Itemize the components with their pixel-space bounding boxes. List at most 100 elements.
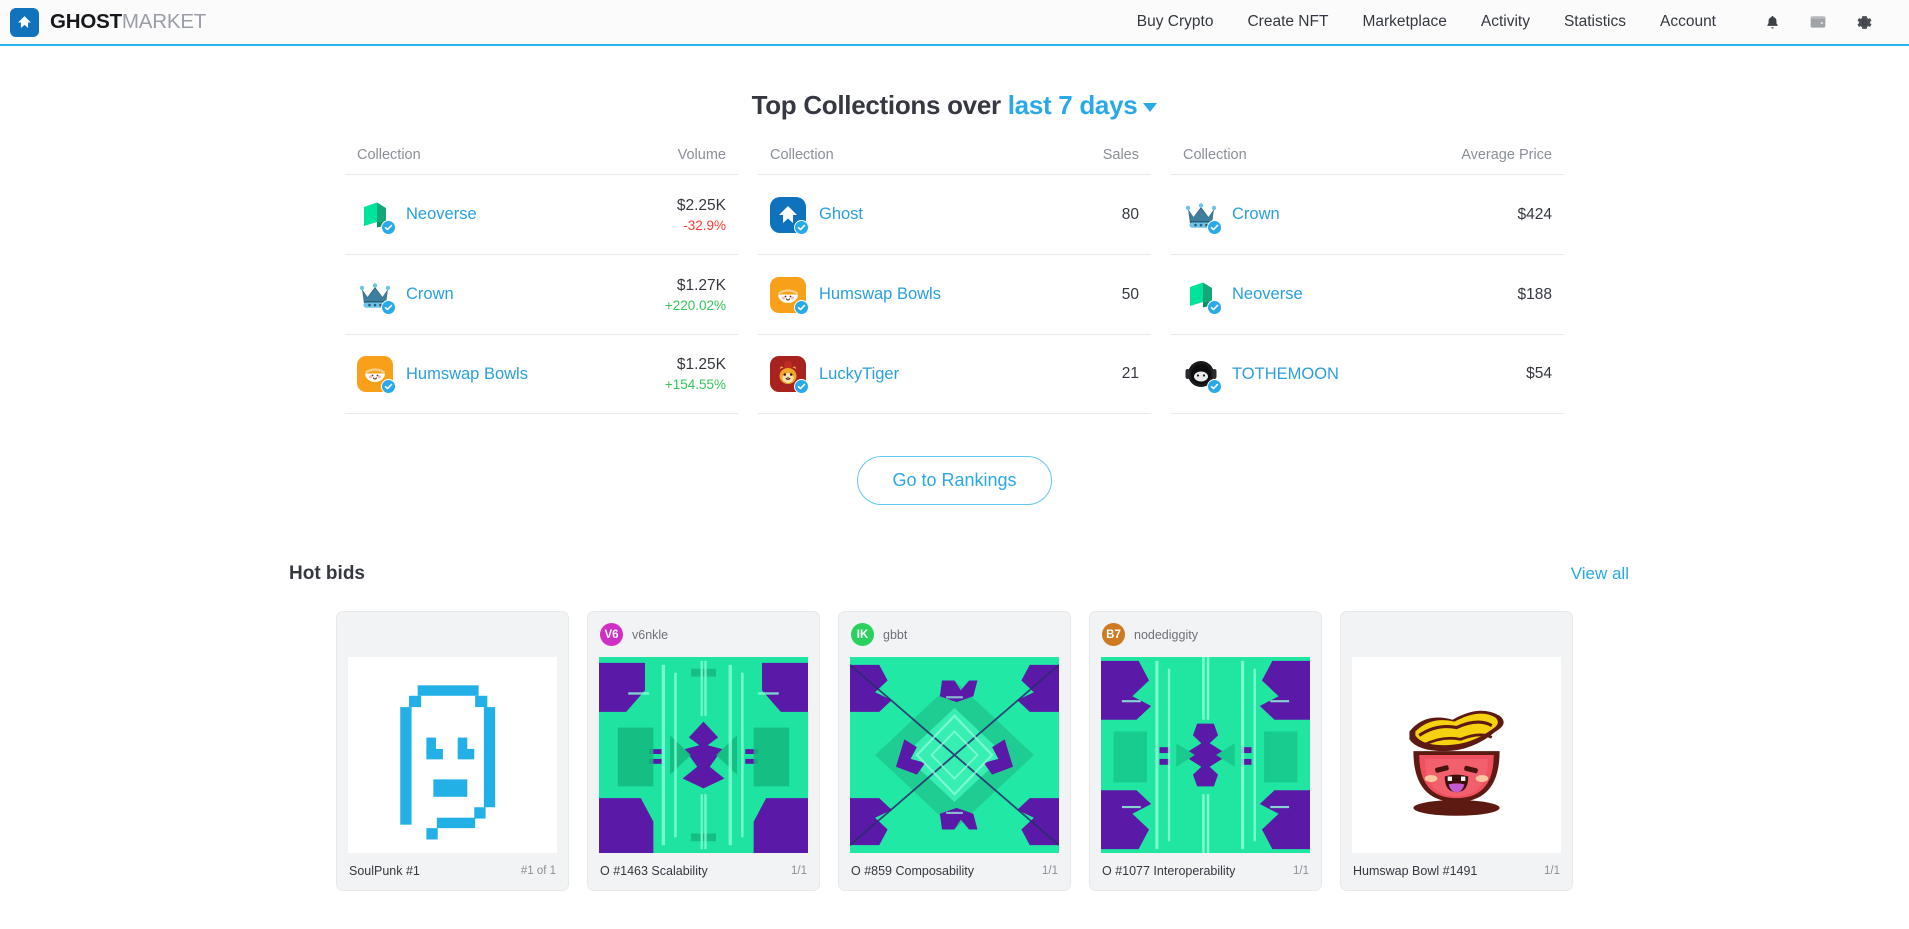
owner-username[interactable]: gbbt [883, 628, 907, 642]
generative-artwork [599, 657, 808, 853]
table-row[interactable]: Crown $424 [1171, 174, 1564, 254]
brand-text: GHOSTMARKET [50, 10, 206, 34]
verified-badge-icon [381, 379, 396, 394]
verified-badge-icon [794, 299, 809, 315]
row-collection[interactable]: Neoverse [357, 197, 477, 235]
row-value: $2.25K [676, 196, 726, 214]
row-collection[interactable]: TOTHEMOON [1183, 356, 1339, 394]
nft-edition: 1/1 [1042, 865, 1058, 877]
humswap-bowl-logo [357, 356, 396, 394]
owner-username[interactable]: v6nkle [632, 628, 668, 642]
table-row[interactable]: Humswap Bowls 50 [758, 254, 1151, 334]
nav-item-create-nft[interactable]: Create NFT [1230, 13, 1345, 31]
row-collection[interactable]: Neoverse [1183, 277, 1303, 315]
collection-name[interactable]: TOTHEMOON [1232, 365, 1339, 384]
header-icon-group [1749, 7, 1887, 37]
collection-name[interactable]: Neoverse [406, 205, 477, 224]
row-delta: -32.9% [683, 217, 726, 233]
crown-logo [357, 277, 396, 315]
card-owner-row[interactable]: B7 nodediggity [1090, 612, 1321, 657]
hot-bids-card-list: SoulPunk #1 #1 of 1 V6 v6nkle O #1463 Sc… [0, 611, 1909, 891]
card-footer: O #859 Composability 1/1 [839, 853, 1070, 890]
astronaut-helmet-logo [1183, 356, 1222, 394]
crown-logo [1183, 197, 1222, 235]
main-nav: Buy Crypto Create NFT Marketplace Activi… [1120, 7, 1887, 37]
row-collection[interactable]: Ghost [770, 196, 863, 235]
title-prefix: Top Collections over [751, 90, 1002, 120]
verified-badge-icon [381, 219, 396, 235]
generative-artwork [1101, 657, 1310, 853]
table-row[interactable]: Neoverse $2.25K -32.9% [345, 174, 738, 254]
row-delta: +220.02% [664, 297, 726, 313]
collection-name[interactable]: Humswap Bowls [819, 285, 941, 304]
row-delta: +154.55% [664, 377, 726, 392]
neoverse-cube-logo [1183, 277, 1222, 315]
nav-item-buy-crypto[interactable]: Buy Crypto [1120, 13, 1231, 31]
row-collection[interactable]: Crown [357, 277, 454, 315]
collection-name[interactable]: Crown [1232, 205, 1280, 224]
nav-item-activity[interactable]: Activity [1464, 13, 1547, 31]
row-collection[interactable]: Humswap Bowls [357, 356, 528, 394]
nav-item-account[interactable]: Account [1643, 13, 1733, 31]
column-header-left: Collection [1183, 147, 1247, 163]
nft-card[interactable]: SoulPunk #1 #1 of 1 [336, 611, 569, 891]
card-owner-row[interactable]: V6 v6nkle [588, 612, 819, 657]
ranking-column-sales: Collection Sales Ghost 80 Humswap Bowls … [758, 147, 1151, 414]
verified-badge-icon [1207, 379, 1222, 394]
row-collection[interactable]: Humswap Bowls [770, 276, 941, 315]
ghost-diamond-icon [10, 7, 39, 37]
brand-logo[interactable]: GHOSTMARKET [10, 7, 206, 37]
column-header: Collection Average Price [1171, 147, 1564, 174]
collection-name[interactable]: Neoverse [1232, 285, 1303, 304]
brand-light: MARKET [121, 10, 207, 33]
table-row[interactable]: LuckyTiger 21 [758, 334, 1151, 414]
nft-card[interactable]: Humswap Bowl #1491 1/1 [1340, 611, 1573, 891]
nft-card[interactable]: IK gbbt O #859 Composability 1/1 [838, 611, 1071, 891]
generative-artwork [850, 657, 1059, 853]
column-header: Collection Sales [758, 147, 1151, 174]
verified-badge-icon [794, 219, 809, 235]
table-row[interactable]: Humswap Bowls $1.25K +154.55% [345, 334, 738, 414]
collection-name[interactable]: Crown [406, 285, 454, 304]
site-header: GHOSTMARKET Buy Crypto Create NFT Market… [0, 0, 1909, 46]
go-to-rankings-button[interactable]: Go to Rankings [857, 456, 1052, 505]
ghost-diamond-logo [770, 196, 809, 235]
column-header-right: Average Price [1461, 147, 1552, 163]
row-collection[interactable]: LuckyTiger [770, 356, 899, 394]
wallet-icon[interactable] [1795, 7, 1841, 37]
card-footer: Humswap Bowl #1491 1/1 [1341, 853, 1572, 890]
bell-icon[interactable] [1749, 7, 1795, 37]
gear-icon[interactable] [1841, 7, 1887, 37]
card-footer: O #1463 Scalability 1/1 [588, 853, 819, 890]
period-selector-label[interactable]: last 7 days [1008, 90, 1138, 120]
row-value: $188 [1517, 285, 1552, 303]
row-metrics: $424 [1518, 206, 1552, 224]
row-metrics: $54 [1526, 365, 1552, 383]
row-value: $54 [1526, 365, 1552, 382]
verified-badge-icon [381, 299, 396, 315]
table-row[interactable]: Ghost 80 [758, 174, 1151, 254]
row-collection[interactable]: Crown [1183, 197, 1280, 235]
view-all-link[interactable]: View all [1571, 564, 1629, 584]
owner-username[interactable]: nodediggity [1134, 628, 1198, 642]
hot-bids-title: Hot bids [289, 563, 365, 584]
table-row[interactable]: TOTHEMOON $54 [1171, 334, 1564, 414]
ranking-column-average-price: Collection Average Price Crown $424 Neov… [1171, 147, 1564, 414]
row-metrics: $2.25K -32.9% [677, 197, 726, 233]
table-row[interactable]: Neoverse $188 [1171, 254, 1564, 334]
card-owner-row[interactable]: IK gbbt [839, 612, 1070, 657]
chevron-down-icon[interactable] [1143, 102, 1158, 112]
nft-edition: 1/1 [791, 865, 807, 877]
humswap-bowl-logo [770, 276, 809, 315]
nft-card[interactable]: B7 nodediggity O #1077 Interoperability … [1089, 611, 1322, 891]
table-row[interactable]: Crown $1.27K +220.02% [345, 254, 738, 334]
collection-name[interactable]: LuckyTiger [819, 365, 899, 384]
card-footer: O #1077 Interoperability 1/1 [1090, 853, 1321, 890]
nav-item-marketplace[interactable]: Marketplace [1345, 13, 1463, 31]
collection-name[interactable]: Humswap Bowls [406, 365, 528, 384]
row-metrics: $1.25K +154.55% [665, 356, 726, 392]
nav-item-statistics[interactable]: Statistics [1547, 13, 1643, 31]
nft-card[interactable]: V6 v6nkle O #1463 Scalability 1/1 [587, 611, 820, 891]
brand-bold: GHOST [50, 10, 122, 33]
collection-name[interactable]: Ghost [819, 205, 863, 224]
